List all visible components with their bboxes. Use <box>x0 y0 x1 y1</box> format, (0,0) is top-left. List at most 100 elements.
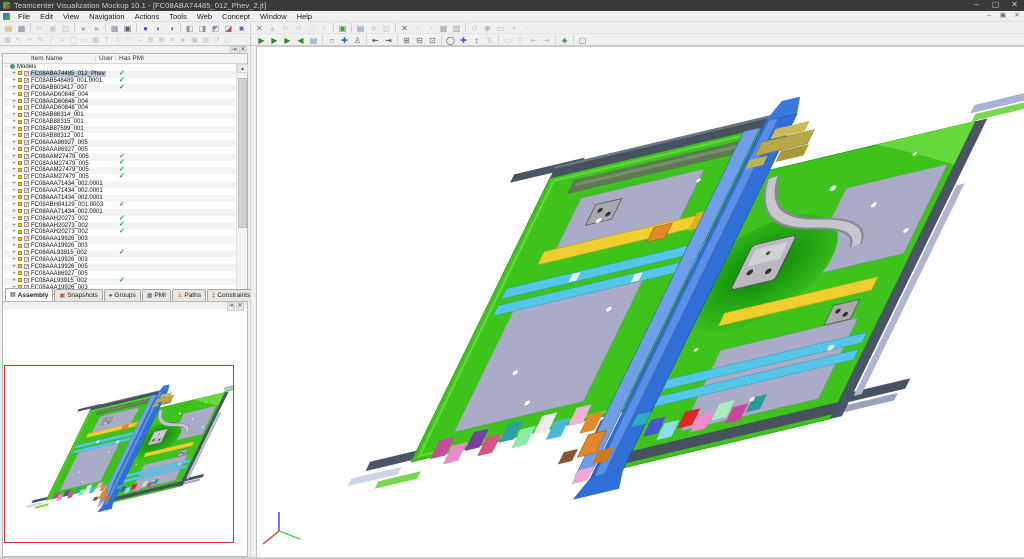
visibility-checkbox-icon[interactable]: ✓ <box>24 133 29 138</box>
visibility-checkbox-icon[interactable]: ✓ <box>24 229 29 234</box>
markup-tool-icon[interactable]: ✕ <box>253 22 266 33</box>
prev-view-icon[interactable]: ⇤ <box>527 34 540 45</box>
pin-panel-icon[interactable]: ⇥ <box>227 302 235 311</box>
flag-markup-icon[interactable]: ► <box>178 34 189 45</box>
seek-start-icon[interactable]: ⇤ <box>369 34 382 45</box>
visibility-checkbox-icon[interactable]: ✓ <box>24 264 29 269</box>
compare-icon[interactable]: ↺ <box>468 22 481 33</box>
visibility-checkbox-icon[interactable]: ✓ <box>24 78 29 83</box>
column-item-name[interactable]: Item Name <box>31 55 63 62</box>
view-zoom-sphere-icon[interactable]: ◑ <box>165 22 178 33</box>
measure-icon[interactable]: ▭ <box>305 22 318 33</box>
capture-image-icon[interactable]: ▤ <box>354 22 367 33</box>
hide-part-icon[interactable]: ⇧ <box>514 34 527 45</box>
redo-icon[interactable]: » <box>90 22 103 33</box>
grid-toggle-icon[interactable]: ⊞ <box>145 34 156 45</box>
tree-row[interactable]: +✓FC08AAA19926_005 <box>3 264 237 271</box>
print-3d-icon[interactable]: ▥ <box>380 22 393 33</box>
save-file-icon[interactable]: ▦ <box>15 22 28 33</box>
screen-capture-icon[interactable]: ▣ <box>121 22 134 33</box>
tree-scrollbar[interactable]: ▲ ▼ <box>236 64 247 326</box>
maximize-button[interactable]: ▢ <box>986 0 1005 11</box>
snap-point-icon[interactable]: ▪ <box>318 22 331 33</box>
step-forward-icon[interactable]: ▶ <box>255 34 268 45</box>
tree-row[interactable]: +✓FC08ABH84129_001.0003✓ <box>3 202 237 209</box>
next-view-icon[interactable]: ⇥ <box>540 34 553 45</box>
full-screen-icon[interactable]: ▢ <box>576 34 589 45</box>
visibility-checkbox-icon[interactable]: ✓ <box>24 236 29 241</box>
refresh-markup-icon[interactable]: ↺ <box>211 34 222 45</box>
view-orbit-sphere-icon[interactable]: ● <box>139 22 152 33</box>
arrow-up-icon[interactable]: ⇧ <box>112 34 123 45</box>
visibility-checkbox-icon[interactable]: ✓ <box>24 71 29 76</box>
pan-tool-icon[interactable]: ✚ <box>338 34 351 45</box>
panel-splitter[interactable] <box>250 46 257 559</box>
copy-icon[interactable]: ▣ <box>46 22 59 33</box>
visibility-checkbox-icon[interactable]: ✓ <box>24 112 29 117</box>
tree-row[interactable]: +✓FC08AAH20273_002✓ <box>3 229 237 236</box>
visibility-checkbox-icon[interactable]: ✓ <box>24 167 29 172</box>
view-side-icon[interactable]: ◩ <box>209 22 222 33</box>
visibility-checkbox-icon[interactable]: ✓ <box>24 278 29 283</box>
annotation-icon[interactable]: ▫ <box>520 22 533 33</box>
visibility-checkbox-icon[interactable]: ✓ <box>24 250 29 255</box>
tab-assembly[interactable]: ▤Assembly <box>5 288 53 301</box>
menu-web[interactable]: Web <box>192 11 217 22</box>
scroll-up-icon[interactable]: ▲ <box>237 64 248 73</box>
scroll-thumb[interactable] <box>238 78 247 228</box>
tree-row[interactable]: +✓FC08AB88312_001 <box>3 133 237 140</box>
overview-viewport-rect[interactable] <box>4 365 234 543</box>
fit-all-icon[interactable]: ⇅ <box>483 34 496 45</box>
view-pan-sphere-icon[interactable]: ◐ <box>152 22 165 33</box>
close-button[interactable]: ✕ <box>1005 0 1024 11</box>
mdi-restore-button[interactable]: ▣ <box>996 11 1010 21</box>
3d-viewport[interactable] <box>257 46 1024 559</box>
view-top-icon[interactable]: ◨ <box>196 22 209 33</box>
tree-row[interactable]: +✓FC08AAA19926_003 <box>3 257 237 264</box>
visibility-checkbox-icon[interactable]: ✓ <box>24 160 29 165</box>
tree-row[interactable]: +✓FC08AB803417_007✓ <box>3 85 237 92</box>
visibility-checkbox-icon[interactable]: ✓ <box>24 216 29 221</box>
visibility-checkbox-icon[interactable]: ✓ <box>24 105 29 110</box>
menu-actions[interactable]: Actions <box>130 11 165 22</box>
image-insert-icon[interactable]: ▦ <box>90 34 101 45</box>
column-has-pmi[interactable]: Has PMI <box>119 55 144 62</box>
freehand-icon[interactable]: ≈ <box>57 34 68 45</box>
text-insert-icon[interactable]: T <box>101 34 112 45</box>
tree-row[interactable]: +✓FC08AAD60848_004 <box>3 92 237 99</box>
fly-through-icon[interactable]: ♣ <box>558 34 571 45</box>
line-draw-icon[interactable]: ╱ <box>46 34 57 45</box>
pan-mode-icon[interactable]: ✚ <box>457 34 470 45</box>
visibility-checkbox-icon[interactable]: ✓ <box>24 243 29 248</box>
visibility-checkbox-icon[interactable]: ✓ <box>24 188 29 193</box>
window-split-icon[interactable]: ⊟ <box>413 34 426 45</box>
tree-row[interactable]: +✓FC08AAA71434_002.0001 <box>3 188 237 195</box>
visibility-checkbox-icon[interactable]: ✓ <box>24 126 29 131</box>
plot-xy-icon[interactable]: ✕ <box>398 22 411 33</box>
visibility-checkbox-icon[interactable]: ✓ <box>24 119 29 124</box>
undo-icon[interactable]: « <box>77 22 90 33</box>
snapshot-view-icon[interactable]: ▤ <box>307 34 320 45</box>
tree-row[interactable]: +✓FC08AAL93915_002✓ <box>3 278 237 285</box>
close-panel-icon[interactable]: ✕ <box>236 302 244 311</box>
ellipse-draw-icon[interactable]: ◯ <box>68 34 79 45</box>
menu-edit[interactable]: Edit <box>35 11 58 22</box>
tree-row[interactable]: +✓FC08AAM27479_005✓ <box>3 174 237 181</box>
rotate-cw-icon[interactable]: ↻ <box>279 22 292 33</box>
menu-view[interactable]: View <box>58 11 84 22</box>
attach-icon[interactable]: ⊕ <box>156 34 167 45</box>
search-zoom-icon[interactable]: ○ <box>367 22 380 33</box>
scissors-icon[interactable]: ✂ <box>24 34 35 45</box>
tree-row[interactable]: +✓FC08AAA86927_005 <box>3 140 237 147</box>
rect-draw-icon[interactable]: ▭ <box>79 34 90 45</box>
print-icon[interactable]: ▦ <box>108 22 121 33</box>
pen-icon[interactable]: ✎ <box>35 34 46 45</box>
visibility-checkbox-icon[interactable]: ✓ <box>24 202 29 207</box>
tree-row[interactable]: +✓FC08AAA71434_002.0001 <box>3 181 237 188</box>
view-user-icon[interactable]: ■ <box>235 22 248 33</box>
window-single-icon[interactable]: ⊞ <box>400 34 413 45</box>
visibility-checkbox-icon[interactable]: ✓ <box>24 181 29 186</box>
window-markup-icon[interactable]: ▢ <box>222 34 233 45</box>
orbit-mode-icon[interactable]: ◯ <box>444 34 457 45</box>
menu-concept[interactable]: Concept <box>217 11 255 22</box>
